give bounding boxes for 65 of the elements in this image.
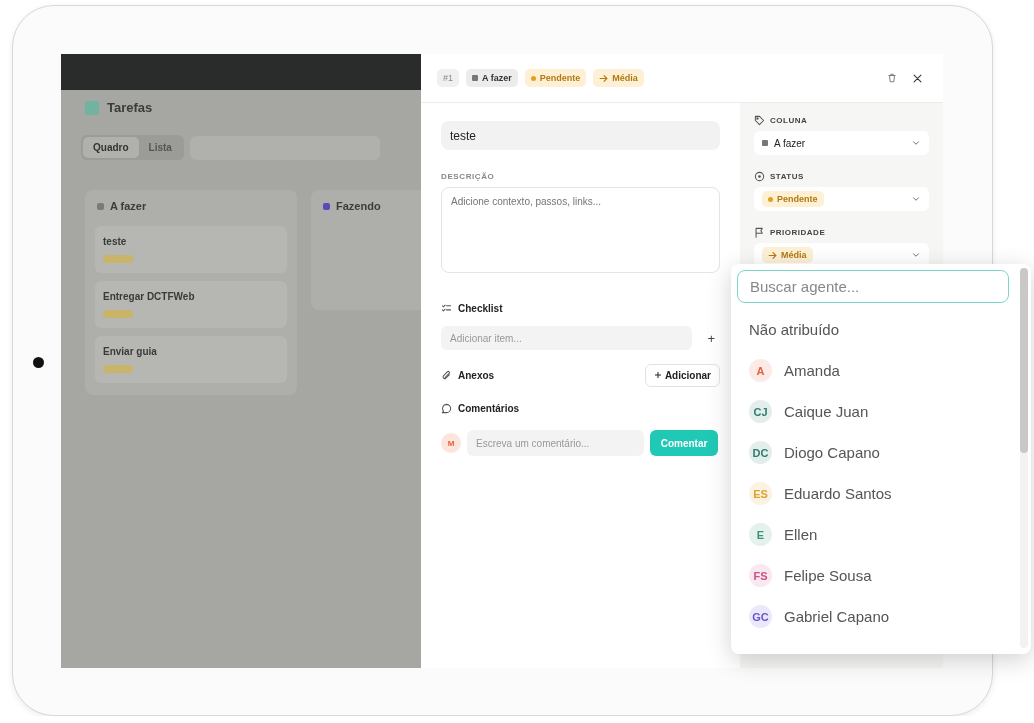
chevron-down-icon [911, 138, 921, 148]
page-title: Tarefas [107, 100, 153, 115]
column-badge: A fazer [466, 69, 518, 87]
field-label: COLUNA [770, 116, 808, 125]
agent-avatar: DC [749, 441, 772, 464]
add-attachment-button[interactable]: Adicionar [645, 364, 720, 387]
agent-avatar: CJ [749, 400, 772, 423]
section-label: DESCRIÇÃO [441, 172, 496, 181]
view-tab[interactable]: Quadro [83, 137, 139, 158]
scrollbar[interactable] [1020, 268, 1028, 648]
close-icon [912, 72, 923, 84]
section-title: Comentários [458, 403, 520, 414]
column-title: A fazer [110, 200, 147, 212]
circle-dot-icon [754, 171, 765, 182]
field-label: PRIORIDADE [770, 228, 826, 237]
column-title: Fazendo [336, 200, 381, 212]
status-badge: Pendente [524, 69, 587, 87]
square-icon [762, 140, 768, 146]
agent-option[interactable]: DC Diogo Capano [737, 432, 1009, 473]
column-select[interactable]: A fazer [754, 131, 929, 155]
agent-option[interactable]: CJ Caique Juan [737, 391, 1009, 432]
description-field[interactable]: Adicione contexto, passos, links... [441, 187, 720, 273]
camera-dot [33, 357, 44, 368]
card-title: Entregar DCTFWeb [103, 291, 196, 302]
priority-badge: Média [593, 69, 644, 87]
paperclip-icon [441, 370, 452, 381]
priority-badge: Média [762, 247, 813, 263]
agent-avatar: GC [749, 605, 772, 628]
agent-option[interactable]: E Ellen [737, 514, 1009, 555]
flag-icon [754, 227, 765, 238]
task-card[interactable]: teste [95, 226, 287, 273]
trash-icon [887, 73, 897, 83]
card-title: Enviar guia [103, 346, 158, 357]
priority-tag [103, 310, 133, 318]
chevron-down-icon [911, 194, 921, 204]
dropdown-option[interactable]: Não atribuído [737, 309, 1009, 350]
agent-option[interactable]: GC Gabriel Capano [737, 596, 1009, 637]
plus-icon [654, 371, 663, 379]
tag-icon [754, 115, 765, 126]
section-title: Checklist [458, 303, 503, 314]
chevron-down-icon [911, 250, 921, 260]
app-icon [85, 100, 99, 115]
agent-avatar: ES [749, 482, 772, 505]
speech-bubble-icon [441, 403, 452, 414]
title-field[interactable]: teste [441, 121, 720, 150]
task-number: #1 [437, 69, 459, 87]
card-title: teste [103, 236, 128, 247]
checklist-icon [441, 303, 452, 314]
task-card[interactable]: Entregar DCTFWeb [95, 281, 287, 328]
agent-search-field[interactable]: Buscar agente... [737, 270, 1009, 303]
agent-option[interactable]: ES Eduardo Santos [737, 473, 1009, 514]
scrollbar-thumb[interactable] [1020, 268, 1028, 453]
priority-tag [103, 255, 133, 263]
status-badge: Pendente [762, 191, 824, 207]
agent-avatar: E [749, 523, 772, 546]
add-item-button[interactable]: + [702, 330, 720, 346]
priority-tag [103, 365, 133, 373]
agent-avatar: A [749, 359, 772, 382]
section-title: Anexos [458, 370, 495, 381]
user-avatar: M [441, 433, 461, 453]
agent-option[interactable]: A Amanda [737, 350, 1009, 391]
task-card[interactable]: Enviar guia [95, 336, 287, 383]
field-label: STATUS [770, 172, 804, 181]
agent-avatar: FS [749, 564, 772, 587]
agent-option[interactable]: FS Felipe Sousa [737, 555, 1009, 596]
